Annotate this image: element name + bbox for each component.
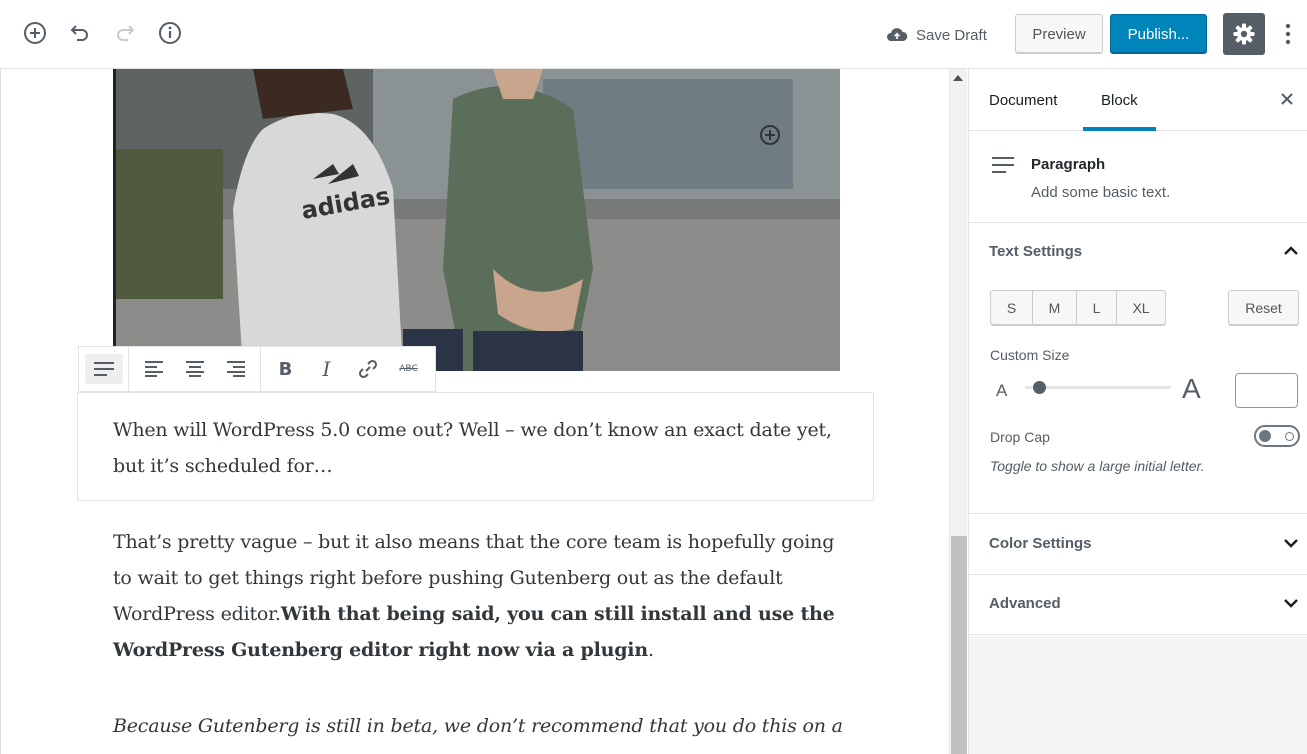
block-card-description: Add some basic text. — [1031, 184, 1171, 201]
chevron-down-icon — [1283, 535, 1299, 556]
strikethrough-button[interactable]: ABC — [388, 347, 429, 391]
cloud-upload-icon — [887, 28, 908, 41]
block-card-title: Paragraph — [1031, 156, 1106, 173]
bold-icon: B — [278, 358, 293, 380]
paragraph-text[interactable]: That’s pretty vague – but it also means … — [113, 524, 853, 668]
color-settings-panel-toggle[interactable]: Color Settings — [969, 515, 1307, 575]
paragraph-text[interactable]: When will WordPress 5.0 come out? Well –… — [113, 412, 853, 484]
chevron-up-icon — [1283, 243, 1299, 264]
size-small-button[interactable]: S — [991, 291, 1033, 325]
image-block[interactable]: adidas — [113, 69, 840, 371]
block-toolbar: B I ABC — [78, 346, 436, 392]
link-icon — [358, 359, 377, 379]
drop-cap-label: Drop Cap — [990, 429, 1050, 445]
more-menu-button[interactable] — [1278, 20, 1298, 48]
scroll-up-arrow-icon[interactable] — [953, 75, 963, 81]
advanced-title: Advanced — [989, 595, 1061, 612]
sidebar-panel: Document Block Paragraph Add some basic … — [969, 69, 1307, 636]
small-a-label: A — [996, 381, 1008, 400]
size-medium-button[interactable]: M — [1033, 291, 1077, 325]
color-settings-title: Color Settings — [989, 535, 1092, 552]
drop-cap-help: Toggle to show a large initial letter. — [990, 458, 1205, 474]
toggle-knob — [1259, 430, 1271, 442]
align-left-button[interactable] — [133, 347, 174, 391]
custom-size-label: Custom Size — [990, 347, 1070, 363]
undo-icon[interactable] — [66, 19, 94, 47]
vertical-ellipsis-icon — [1285, 23, 1291, 45]
text-settings-body: S M L XL Reset Custom Size A A Drop Cap … — [969, 282, 1307, 514]
redo-icon[interactable] — [111, 19, 139, 47]
add-block-icon[interactable] — [21, 19, 49, 47]
toggle-off-indicator-icon — [1285, 432, 1294, 441]
editor-header: Save Draft Preview Publish... — [0, 0, 1307, 69]
editor-scrollbar[interactable] — [949, 69, 967, 754]
font-size-slider[interactable] — [1025, 386, 1171, 389]
italic-button[interactable]: I — [306, 347, 347, 391]
size-large-button[interactable]: L — [1077, 291, 1117, 325]
text-settings-title: Text Settings — [989, 243, 1083, 260]
advanced-panel-toggle[interactable]: Advanced — [969, 575, 1307, 635]
info-icon[interactable] — [156, 19, 184, 47]
large-a-label: A — [1182, 373, 1201, 404]
block-card: Paragraph Add some basic text. — [969, 131, 1307, 223]
align-right-button[interactable] — [215, 347, 256, 391]
italic-icon: I — [322, 357, 331, 381]
paragraph-text[interactable]: Because Gutenberg is still in beta, we d… — [113, 708, 853, 754]
close-icon — [1281, 93, 1293, 105]
preview-button[interactable]: Preview — [1015, 14, 1103, 54]
scrollbar-thumb[interactable] — [951, 536, 967, 754]
bold-button[interactable]: B — [265, 347, 306, 391]
gear-icon — [1233, 23, 1255, 45]
settings-button[interactable] — [1223, 13, 1265, 55]
custom-size-input[interactable] — [1235, 373, 1298, 408]
paragraph-icon — [93, 362, 114, 376]
reset-button[interactable]: Reset — [1228, 290, 1299, 326]
align-center-icon — [185, 361, 204, 377]
font-size-picker: S M L XL — [990, 290, 1166, 326]
text-settings-panel-toggle[interactable]: Text Settings — [969, 223, 1307, 283]
align-right-icon — [226, 361, 245, 377]
settings-sidebar: Document Block Paragraph Add some basic … — [968, 69, 1307, 754]
font-size-slider-handle[interactable] — [1033, 381, 1047, 394]
strikethrough-icon: ABC — [399, 364, 418, 374]
tab-block[interactable]: Block — [1083, 69, 1156, 131]
paragraph-block-button[interactable] — [83, 347, 124, 391]
size-xl-button[interactable]: XL — [1117, 291, 1165, 325]
drop-cap-toggle[interactable] — [1254, 425, 1300, 447]
sidebar-tabs: Document Block — [969, 69, 1307, 131]
link-button[interactable] — [347, 347, 388, 391]
paragraph-icon — [990, 156, 1016, 179]
editor-canvas[interactable]: adidas B I ABC When will WordPress 5.0 c… — [0, 69, 949, 754]
close-sidebar-button[interactable] — [1277, 89, 1297, 109]
save-draft-label: Save Draft — [916, 26, 987, 44]
paragraph-end-text: . — [647, 639, 654, 661]
align-center-button[interactable] — [174, 347, 215, 391]
align-left-icon — [144, 361, 163, 377]
tab-document[interactable]: Document — [989, 69, 1057, 131]
save-draft-button[interactable]: Save Draft — [886, 22, 987, 48]
publish-button[interactable]: Publish... — [1110, 14, 1207, 54]
chevron-down-icon — [1283, 595, 1299, 616]
